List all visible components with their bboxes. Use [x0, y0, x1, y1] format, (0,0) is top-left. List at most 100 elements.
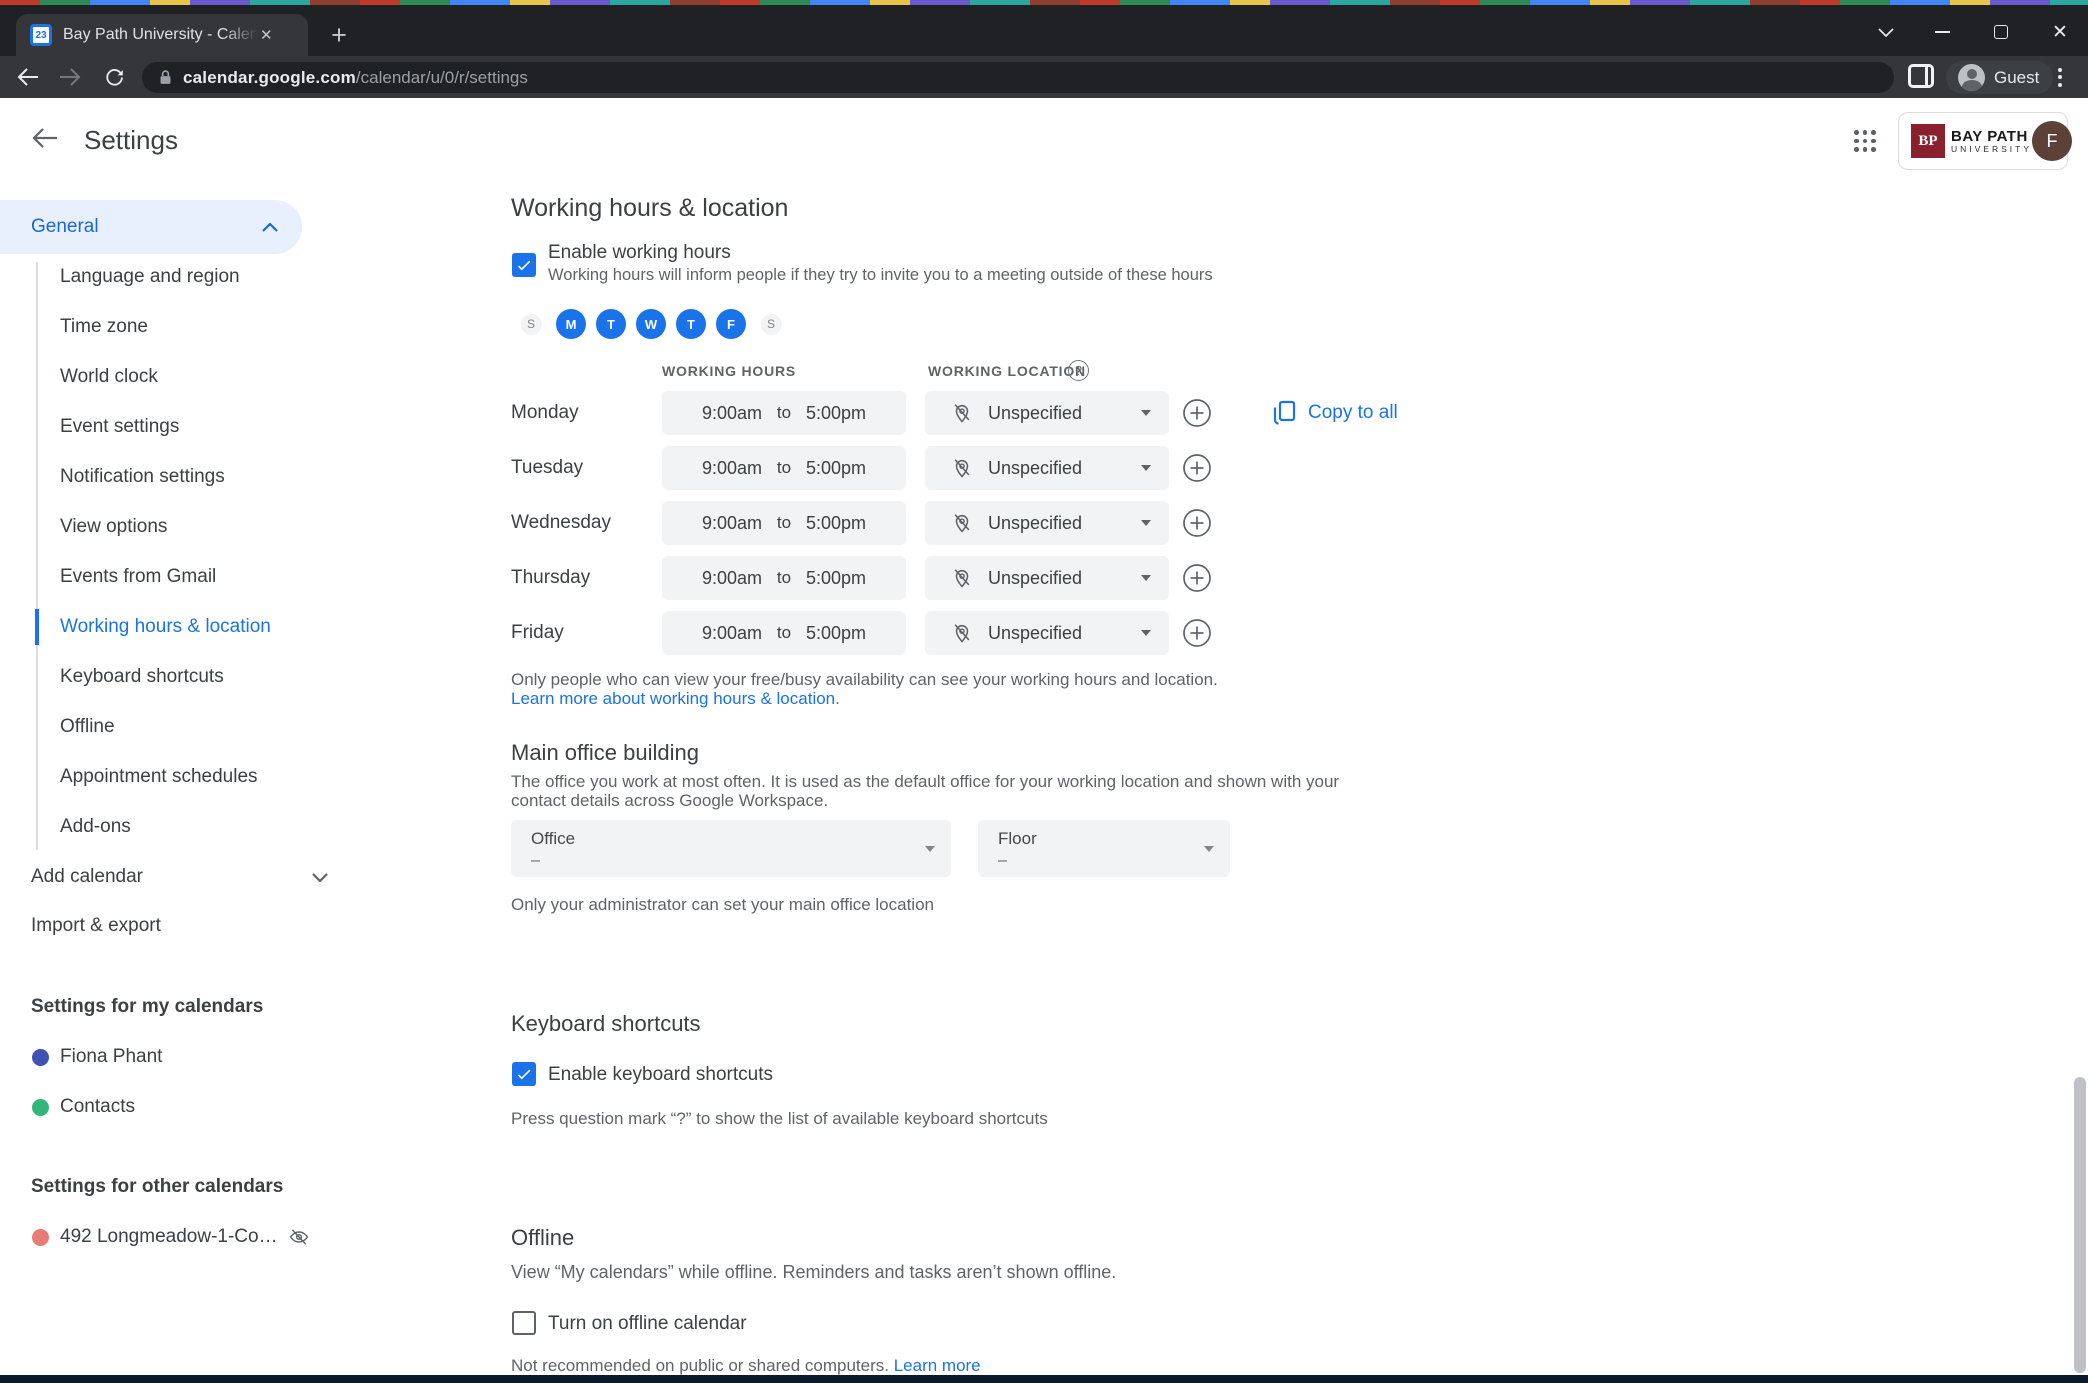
- browser-forward-button[interactable]: [54, 61, 86, 93]
- day-toggle-wednesday[interactable]: W: [636, 309, 666, 339]
- working-days-selector: S M T W T F S: [511, 307, 791, 341]
- working-hours-row-tuesday: Tuesday 9:00am to 5:00pm Unspecified: [0, 446, 2088, 490]
- enable-keyboard-shortcuts-checkbox[interactable]: [512, 1062, 536, 1086]
- start-time[interactable]: 9:00am: [702, 568, 762, 589]
- day-toggle-tuesday[interactable]: T: [596, 309, 626, 339]
- day-toggle-sunday[interactable]: S: [521, 314, 542, 335]
- end-time[interactable]: 5:00pm: [806, 513, 866, 534]
- start-time[interactable]: 9:00am: [702, 403, 762, 424]
- browser-menu-icon[interactable]: [2052, 63, 2068, 91]
- guest-label: Guest: [1994, 68, 2039, 88]
- account-avatar[interactable]: F: [2032, 121, 2072, 161]
- sidebar-calendar-contacts[interactable]: Contacts: [0, 1082, 306, 1132]
- keyboard-shortcuts-title: Keyboard shortcuts: [511, 1011, 701, 1037]
- day-toggle-friday[interactable]: F: [716, 309, 746, 339]
- chevron-down-icon: [312, 873, 328, 882]
- sidebar-section-add-calendar[interactable]: Add calendar: [31, 852, 143, 902]
- side-panel-icon[interactable]: [1908, 64, 1934, 88]
- window-bottom-edge: [0, 1375, 2088, 1383]
- end-time[interactable]: 5:00pm: [806, 403, 866, 424]
- window-minimize-button[interactable]: [1920, 15, 1964, 49]
- working-hours-learn-more-link[interactable]: Learn more about working hours & locatio…: [511, 689, 840, 709]
- col-header-working-location: WORKING LOCATION: [928, 363, 1086, 379]
- window-maximize-button[interactable]: [1979, 15, 2023, 49]
- time-range-field[interactable]: 9:00am to 5:00pm: [662, 391, 906, 435]
- sidebar-item-language-region[interactable]: Language and region: [60, 252, 240, 302]
- start-time[interactable]: 9:00am: [702, 458, 762, 479]
- to-label: to: [777, 458, 791, 478]
- to-label: to: [777, 623, 791, 643]
- working-location-select[interactable]: Unspecified: [925, 556, 1169, 600]
- day-name: Tuesday: [511, 446, 583, 490]
- tab-search-chevron-icon[interactable]: [1864, 15, 1908, 49]
- working-location-select[interactable]: Unspecified: [925, 501, 1169, 545]
- location-off-icon: [951, 402, 973, 424]
- turn-on-offline-calendar-checkbox[interactable]: [512, 1311, 536, 1335]
- add-time-period-button[interactable]: [1182, 618, 1212, 648]
- end-time[interactable]: 5:00pm: [806, 623, 866, 644]
- account-brand-card[interactable]: BP BAY PATH UNIVERSITY F: [1898, 112, 2068, 170]
- day-name: Wednesday: [511, 501, 611, 545]
- browser-window: 23 Bay Path University - Calendar - G ✕ …: [0, 0, 2088, 1383]
- working-location-help-icon[interactable]: ?: [1068, 360, 1089, 381]
- enable-working-hours-subtext: Working hours will inform people if they…: [548, 266, 1213, 285]
- settings-back-button[interactable]: [30, 126, 62, 158]
- page-title: Settings: [84, 125, 178, 156]
- offline-description: View “My calendars” while offline. Remin…: [511, 1262, 1116, 1283]
- time-range-field[interactable]: 9:00am to 5:00pm: [662, 611, 906, 655]
- add-time-period-button[interactable]: [1182, 508, 1212, 538]
- offline-title: Offline: [511, 1225, 574, 1251]
- calendar-color-dot: [32, 1099, 49, 1116]
- working-location-select[interactable]: Unspecified: [925, 391, 1169, 435]
- day-name: Thursday: [511, 556, 590, 600]
- url-bar[interactable]: calendar.google.com/calendar/u/0/r/setti…: [142, 62, 1894, 93]
- floor-select[interactable]: Floor –: [978, 820, 1230, 877]
- sidebar-section-general[interactable]: General: [0, 200, 302, 254]
- time-range-field[interactable]: 9:00am to 5:00pm: [662, 556, 906, 600]
- time-range-field[interactable]: 9:00am to 5:00pm: [662, 501, 906, 545]
- scrollbar-thumb[interactable]: [2074, 1077, 2086, 1373]
- working-location-select[interactable]: Unspecified: [925, 446, 1169, 490]
- time-range-field[interactable]: 9:00am to 5:00pm: [662, 446, 906, 490]
- end-time[interactable]: 5:00pm: [806, 458, 866, 479]
- browser-back-button[interactable]: [12, 61, 44, 93]
- dropdown-caret-icon: [1141, 520, 1151, 526]
- day-toggle-saturday[interactable]: S: [761, 314, 782, 335]
- google-apps-grid-icon[interactable]: [1852, 128, 1878, 154]
- add-time-period-button[interactable]: [1182, 563, 1212, 593]
- location-off-icon: [951, 567, 973, 589]
- new-tab-button[interactable]: +: [322, 18, 356, 52]
- calendar-color-dot: [32, 1229, 49, 1246]
- turn-on-offline-calendar-label: Turn on offline calendar: [548, 1313, 747, 1335]
- calendar-color-dot: [32, 1049, 49, 1066]
- sidebar-section-import-export[interactable]: Import & export: [31, 901, 161, 951]
- sidebar-item-offline[interactable]: Offline: [60, 702, 115, 752]
- browser-tab[interactable]: 23 Bay Path University - Calendar - G ✕: [16, 14, 308, 56]
- offline-learn-more-link[interactable]: Learn more: [894, 1356, 981, 1375]
- start-time[interactable]: 9:00am: [702, 513, 762, 534]
- copy-to-all-button[interactable]: Copy to all: [1272, 391, 1398, 435]
- tab-close-icon[interactable]: ✕: [260, 26, 273, 44]
- my-calendars-header: Settings for my calendars: [31, 996, 263, 1018]
- guest-profile-button[interactable]: Guest: [1946, 61, 2053, 94]
- keyboard-shortcuts-hint: Press question mark “?” to show the list…: [511, 1109, 1048, 1129]
- add-time-period-button[interactable]: [1182, 398, 1212, 428]
- sidebar-calendar-fiona-phant[interactable]: Fiona Phant: [0, 1032, 306, 1082]
- day-toggle-thursday[interactable]: T: [676, 309, 706, 339]
- sidebar-item-keyboard-shortcuts[interactable]: Keyboard shortcuts: [60, 652, 224, 702]
- sidebar-item-add-ons[interactable]: Add-ons: [60, 802, 131, 852]
- sidebar-item-time-zone[interactable]: Time zone: [60, 302, 148, 352]
- working-location-select[interactable]: Unspecified: [925, 611, 1169, 655]
- office-select[interactable]: Office –: [511, 820, 951, 877]
- day-toggle-monday[interactable]: M: [556, 309, 586, 339]
- add-time-period-button[interactable]: [1182, 453, 1212, 483]
- sidebar-calendar-492-longmeadow[interactable]: 492 Longmeadow-1-Co…: [0, 1212, 306, 1262]
- start-time[interactable]: 9:00am: [702, 623, 762, 644]
- end-time[interactable]: 5:00pm: [806, 568, 866, 589]
- sidebar-item-appointment-schedules[interactable]: Appointment schedules: [60, 752, 258, 802]
- window-close-button[interactable]: ✕: [2038, 15, 2082, 49]
- main-office-description-line2: contact details across Google Workspace.: [511, 791, 828, 811]
- working-hours-footnote: Only people who can view your free/busy …: [511, 670, 1218, 690]
- enable-working-hours-checkbox[interactable]: [512, 253, 536, 277]
- browser-reload-button[interactable]: [98, 61, 130, 93]
